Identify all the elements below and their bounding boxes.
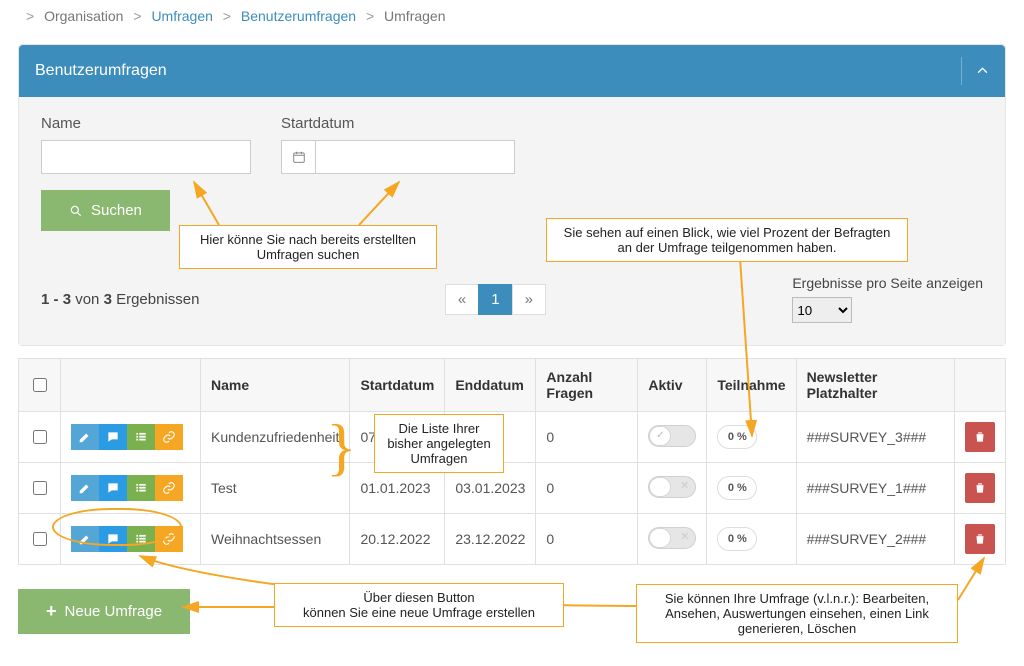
pencil-icon [78,430,92,444]
stats-button[interactable] [127,424,155,450]
panel-title: Benutzerumfragen [35,62,167,80]
link-button[interactable] [155,526,183,552]
row-checkbox[interactable] [33,481,47,495]
cell-end: 23.12.2022 [445,514,536,565]
link-icon [162,430,176,444]
trash-icon [973,430,987,444]
callout-new-button: Über diesen Button können Sie eine neue … [274,583,564,627]
panel-collapse-toggle[interactable] [961,57,989,85]
calendar-icon [281,140,315,174]
crumb-umfragen[interactable]: Umfragen [151,8,212,24]
cell-name: Test [201,463,350,514]
cell-newsletter: ###SURVEY_1### [796,463,954,514]
active-toggle[interactable]: ✓ [648,425,696,447]
th-newsletter: Newsletter Platzhalter [796,359,954,412]
link-button[interactable] [155,424,183,450]
breadcrumb: > Organisation > Umfragen > Benutzerumfr… [0,0,1024,32]
chevron-up-icon [976,64,989,78]
callout-survey-list: Die Liste Ihrer bisher angelegten Umfrag… [374,414,504,473]
cell-name: Weihnachtsessen [201,514,350,565]
active-toggle[interactable]: ✕ [648,527,696,549]
crumb-organisation: Organisation [44,8,123,24]
cell-active: ✓ [638,412,707,463]
page-prev[interactable]: « [445,284,479,315]
survey-table: Name Startdatum Enddatum Anzahl Fragen A… [18,358,1006,565]
startdate-input[interactable] [315,140,515,174]
list-icon [134,430,148,444]
table-row: Kundenzufriedenheit07.230✓0 %###SURVEY_3… [19,412,1006,463]
table-row: Test01.01.202303.01.20230✕0 %###SURVEY_1… [19,463,1006,514]
link-button[interactable] [155,475,183,501]
table-row: Weihnachtsessen20.12.202223.12.20220 ✕ 0 %… [19,514,1006,565]
trash-icon [973,532,987,546]
search-icon [69,204,83,218]
stats-button[interactable] [127,475,155,501]
participation-badge: 0 % [717,476,757,500]
participation-badge: 0 % [717,425,757,449]
cell-active: ✕ [638,514,707,565]
name-input[interactable] [41,140,251,174]
results-count: 1 - 3 von 3 Ergebnissen [41,291,199,308]
row-checkbox[interactable] [33,430,47,444]
callout-search-hint: Hier könne Sie nach bereits erstellten U… [179,225,437,269]
row-checkbox[interactable] [33,532,47,546]
delete-button[interactable] [965,422,995,452]
pagination: « 1 » [446,284,546,315]
participation-badge: 0 % [717,527,757,551]
th-count: Anzahl Fragen [536,359,638,412]
th-start: Startdatum [350,359,445,412]
link-icon [162,481,176,495]
edit-button[interactable] [71,475,99,501]
cell-newsletter: ###SURVEY_3### [796,412,954,463]
select-all-checkbox[interactable] [33,378,47,392]
plus-icon: + [46,601,57,622]
perpage-select[interactable]: 10 [792,297,852,323]
cell-count: 0 [536,463,638,514]
crumb-current: Umfragen [384,8,445,24]
cell-participation: 0 % [707,463,796,514]
cell-participation: 0 % [707,514,796,565]
th-name: Name [201,359,350,412]
name-label: Name [41,115,251,132]
panel-benutzerumfragen: Benutzerumfragen Name Startdatum [18,44,1006,346]
search-button[interactable]: Suchen [41,190,170,231]
crumb-benutzerumfragen[interactable]: Benutzerumfragen [241,8,356,24]
list-icon [134,532,148,546]
cell-start: 20.12.2022 [350,514,445,565]
edit-button[interactable] [71,424,99,450]
active-toggle[interactable]: ✕ [648,476,696,498]
new-survey-button[interactable]: + Neue Umfrage [18,589,190,634]
link-icon [162,532,176,546]
cell-active: ✕ [638,463,707,514]
pencil-icon [78,481,92,495]
list-icon [134,481,148,495]
chat-icon [106,430,120,444]
chat-icon [106,532,120,546]
stats-button[interactable] [127,526,155,552]
th-end: Enddatum [445,359,536,412]
cell-name: Kundenzufriedenheit [201,412,350,463]
perpage-label: Ergebnisse pro Seite anzeigen [792,275,983,291]
page-next[interactable]: » [512,284,546,315]
startdate-label: Startdatum [281,115,515,132]
cell-participation: 0 % [707,412,796,463]
th-participation: Teilnahme [707,359,796,412]
cell-count: 0 [536,514,638,565]
callout-participation: Sie sehen auf einen Blick, wie viel Proz… [546,218,908,262]
callout-row-actions: Sie können Ihre Umfrage (v.l.n.r.): Bear… [636,584,958,643]
trash-icon [973,481,987,495]
cell-count: 0 [536,412,638,463]
delete-button[interactable] [965,524,995,554]
chat-icon [106,481,120,495]
edit-button[interactable] [71,526,99,552]
cell-newsletter: ###SURVEY_2### [796,514,954,565]
pencil-icon [78,532,92,546]
view-button[interactable] [99,526,127,552]
th-active: Aktiv [638,359,707,412]
page-1[interactable]: 1 [478,284,512,315]
view-button[interactable] [99,475,127,501]
delete-button[interactable] [965,473,995,503]
view-button[interactable] [99,424,127,450]
